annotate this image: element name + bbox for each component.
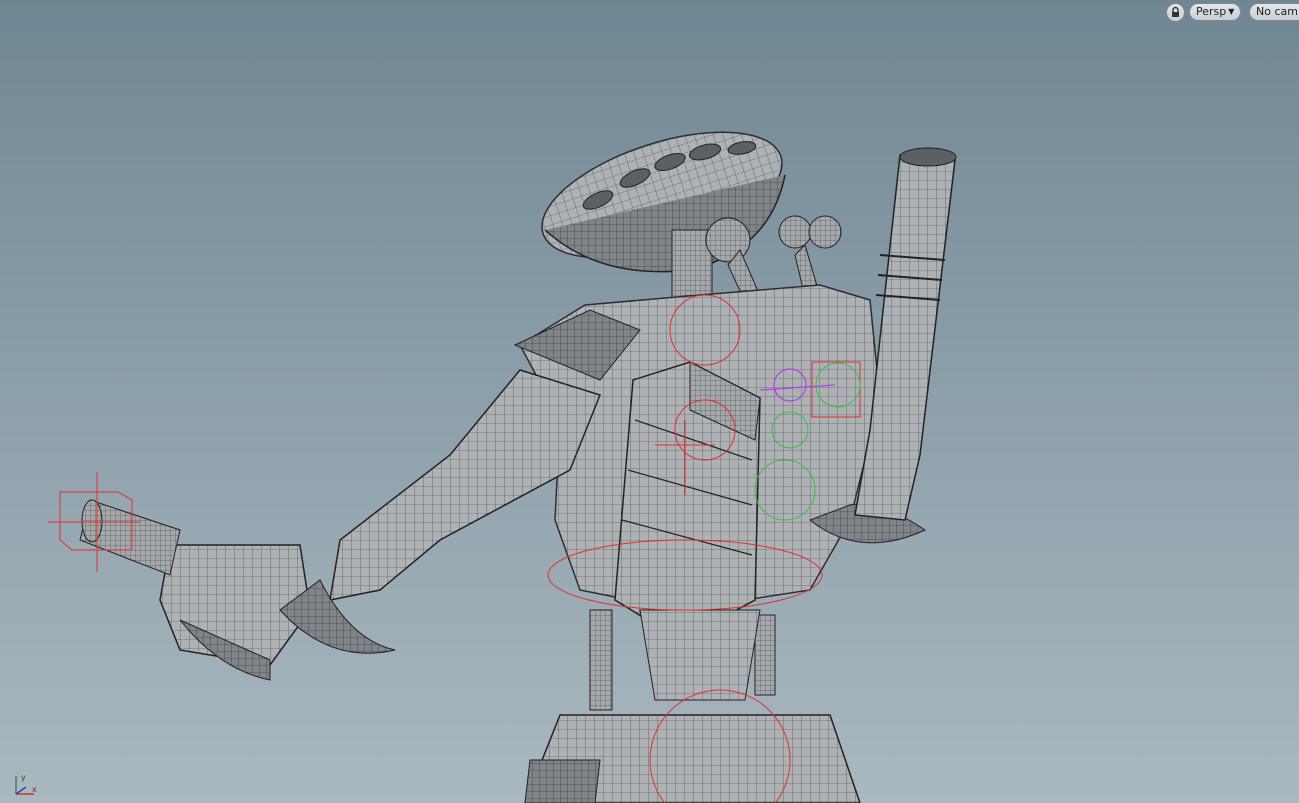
lock-view-button[interactable] [1166,3,1185,22]
axis-y-label: y [21,773,26,782]
3d-viewport[interactable]: y x Persp▼ No cam▼ [0,0,1299,803]
lock-icon [1172,6,1179,17]
axis-gizmo: y x [15,773,37,795]
chest-box [614,361,761,641]
camera-menu-button[interactable]: No cam▼ [1249,3,1299,21]
view-menu-button[interactable]: Persp ▼ [1189,3,1241,21]
camera-menu-label: No cam [1256,5,1298,18]
left-arm-cannon [79,369,601,681]
axis-x-label: x [32,785,37,794]
base-legs [524,609,861,803]
chevron-down-icon: ▼ [1228,7,1235,16]
view-menu-label: Persp [1196,5,1227,18]
robot-wireframe-model[interactable] [0,0,1299,803]
head-dish [541,131,786,273]
